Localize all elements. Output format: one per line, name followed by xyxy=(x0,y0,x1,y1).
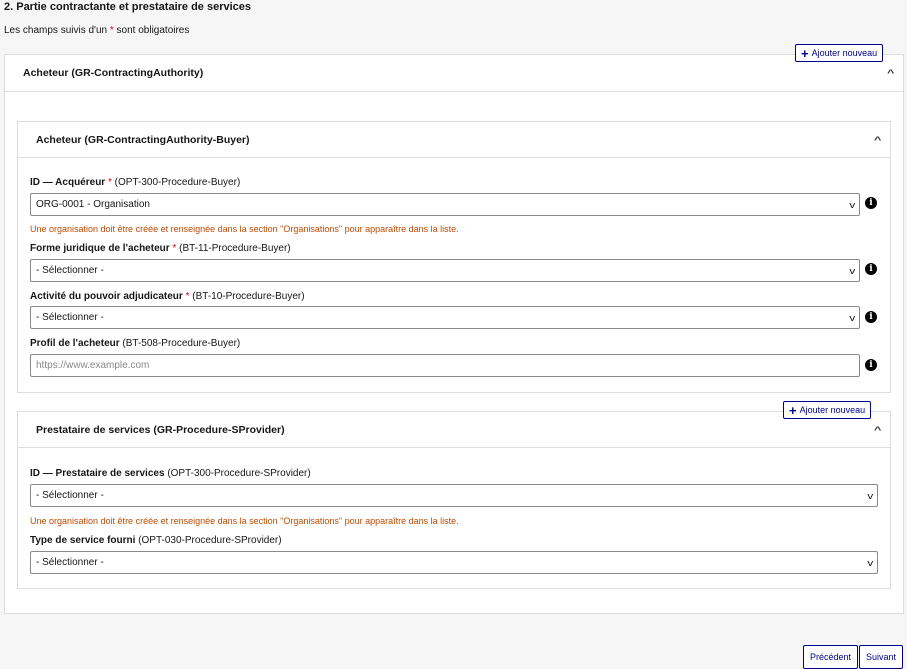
buyer-profile-label: Profil de l'acheteur (BT-508-Procedure-B… xyxy=(30,338,241,349)
chevron-up-icon[interactable]: ^ xyxy=(887,68,894,78)
buyer-header[interactable]: Acheteur (GR-ContractingAuthority-Buyer)… xyxy=(18,122,890,158)
plus-icon: + xyxy=(801,45,809,61)
chevron-up-icon[interactable]: ^ xyxy=(874,425,881,435)
contracting-authority-title: Acheteur (GR-ContractingAuthority) xyxy=(23,67,204,79)
chevron-down-icon: v xyxy=(848,265,855,276)
chevron-down-icon: v xyxy=(866,490,873,501)
activity-label: Activité du pouvoir adjudicateur * (BT-1… xyxy=(30,291,305,302)
service-type-label: Type de service fourni (OPT-030-Procedur… xyxy=(30,535,282,546)
info-icon[interactable]: i xyxy=(865,263,877,275)
service-provider-header[interactable]: Prestataire de services (GR-Procedure-SP… xyxy=(18,412,890,448)
legal-form-select[interactable]: - Sélectionner - v xyxy=(30,259,860,282)
add-contracting-authority-button[interactable]: + Ajouter nouveau xyxy=(795,44,884,62)
provider-id-select[interactable]: - Sélectionner - v xyxy=(30,484,878,507)
plus-icon: + xyxy=(789,402,797,418)
required-fields-note: Les champs suivis d'un * sont obligatoir… xyxy=(4,25,190,36)
buyer-title: Acheteur (GR-ContractingAuthority-Buyer) xyxy=(36,133,250,146)
service-type-select[interactable]: - Sélectionner - v xyxy=(30,551,878,574)
info-icon[interactable]: i xyxy=(865,359,877,371)
legal-form-label: Forme juridique de l'acheteur * (BT-11-P… xyxy=(30,243,291,254)
provider-id-warning: Une organisation doit être créée et rens… xyxy=(30,516,459,526)
acquirer-label: ID — Acquéreur * (OPT-300-Procedure-Buye… xyxy=(30,177,241,188)
next-button[interactable]: Suivant xyxy=(859,645,904,669)
acquirer-warning: Une organisation doit être créée et rens… xyxy=(30,224,459,234)
activity-select[interactable]: - Sélectionner - v xyxy=(30,306,860,329)
section-title: 2. Partie contractante et prestataire de… xyxy=(4,1,252,13)
provider-id-label: ID — Prestataire de services (OPT-300-Pr… xyxy=(30,468,311,479)
chevron-up-icon[interactable]: ^ xyxy=(874,135,881,145)
info-icon[interactable]: i xyxy=(865,311,877,323)
chevron-down-icon: v xyxy=(848,312,855,323)
chevron-down-icon: v xyxy=(866,557,873,568)
acquirer-select[interactable]: ORG-0001 - Organisation v xyxy=(30,193,860,216)
chevron-down-icon: v xyxy=(848,199,855,210)
service-provider-title: Prestataire de services (GR-Procedure-SP… xyxy=(36,423,285,436)
previous-button[interactable]: Précédent xyxy=(803,645,859,669)
add-service-provider-button[interactable]: + Ajouter nouveau xyxy=(783,401,872,419)
contracting-authority-header[interactable]: Acheteur (GR-ContractingAuthority) ^ xyxy=(5,55,903,92)
buyer-panel: Acheteur (GR-ContractingAuthority-Buyer)… xyxy=(17,121,891,393)
buyer-profile-input[interactable]: https://www.example.com xyxy=(30,354,860,377)
info-icon[interactable]: i xyxy=(865,197,877,209)
